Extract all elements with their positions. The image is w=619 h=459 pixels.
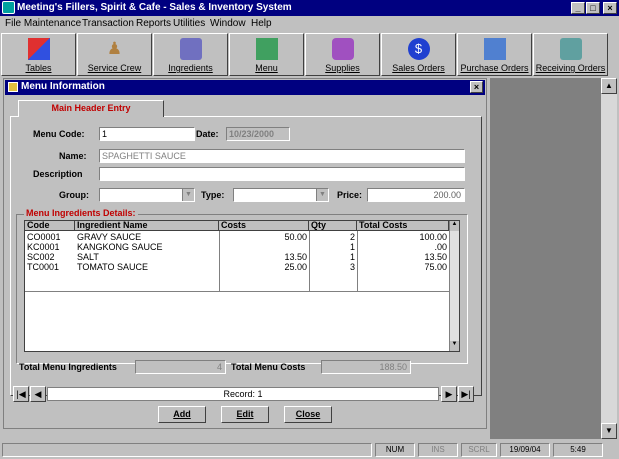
chevron-down-icon[interactable]: ▼ bbox=[182, 189, 194, 201]
total-ingredients-label: Total Menu Ingredients bbox=[19, 362, 117, 372]
child-title: Menu Information bbox=[21, 81, 105, 92]
status-time: 5:49 bbox=[553, 443, 603, 457]
status-ins: INS bbox=[418, 443, 458, 457]
minimize-button[interactable]: _ bbox=[571, 2, 585, 14]
receiving-orders-button[interactable]: Receiving Orders bbox=[533, 33, 608, 76]
menu-utilities[interactable]: Utilities bbox=[173, 18, 205, 29]
purchase-orders-button[interactable]: Purchase Orders bbox=[457, 33, 532, 76]
chevron-down-icon[interactable]: ▼ bbox=[316, 189, 328, 201]
status-scrl: SCRL bbox=[461, 443, 497, 457]
prev-record-icon[interactable]: ◀ bbox=[30, 386, 46, 402]
scroll-down-icon[interactable]: ▼ bbox=[601, 423, 617, 439]
window-icon bbox=[8, 82, 18, 92]
add-button[interactable]: Add bbox=[158, 406, 206, 423]
close-child-button[interactable]: × bbox=[470, 81, 483, 93]
app-title: Meeting's Fillers, Spirit & Cafe - Sales… bbox=[17, 2, 292, 13]
menu-transaction[interactable]: Transaction bbox=[82, 18, 134, 29]
child-title-bar: Menu Information × bbox=[5, 80, 485, 95]
close-app-button[interactable]: × bbox=[603, 2, 617, 14]
purchase-orders-icon bbox=[483, 38, 506, 60]
menu-file-maintenance[interactable]: File Maintenance bbox=[5, 18, 81, 29]
menu-information-window: Menu Information × Main Header Entry Men… bbox=[3, 78, 487, 429]
tables-button[interactable]: Tables bbox=[1, 33, 76, 76]
status-date: 19/09/04 bbox=[500, 443, 550, 457]
description-field[interactable] bbox=[99, 167, 465, 181]
name-field[interactable]: SPAGHETTI SAUCE bbox=[99, 149, 465, 163]
price-field[interactable]: 200.00 bbox=[367, 188, 465, 202]
service-crew-button[interactable]: ♟ Service Crew bbox=[77, 33, 152, 76]
total-costs-label: Total Menu Costs bbox=[231, 362, 306, 372]
ingredients-group-title: Menu Ingredients Details: bbox=[24, 208, 138, 218]
menu-button[interactable]: Menu bbox=[229, 33, 304, 76]
menu-bar: File Maintenance Transaction Reports Uti… bbox=[0, 16, 619, 31]
close-button[interactable]: Close bbox=[284, 406, 332, 423]
menu-code-label: Menu Code: bbox=[33, 129, 85, 139]
type-select[interactable]: ▼ bbox=[233, 188, 329, 202]
status-num: NUM bbox=[375, 443, 415, 457]
col-total-costs[interactable]: Total Costs bbox=[357, 221, 449, 231]
ingredients-grid[interactable]: Code Ingredient Name Costs Qty Total Cos… bbox=[24, 220, 460, 352]
scroll-up-icon[interactable]: ▲ bbox=[601, 78, 617, 94]
tab-main-header-entry[interactable]: Main Header Entry bbox=[18, 100, 164, 117]
name-label: Name: bbox=[59, 151, 87, 161]
group-select[interactable]: ▼ bbox=[99, 188, 195, 202]
workspace-scrollbar[interactable]: ▲ ▼ bbox=[601, 78, 617, 439]
record-indicator: Record: 1 bbox=[47, 387, 439, 401]
service-crew-icon: ♟ bbox=[106, 39, 123, 58]
col-costs[interactable]: Costs bbox=[219, 221, 309, 231]
group-label: Group: bbox=[59, 190, 89, 200]
description-label: Description bbox=[33, 169, 83, 179]
status-bar: NUM INS SCRL 19/09/04 5:49 bbox=[0, 441, 619, 459]
maximize-button[interactable]: □ bbox=[586, 2, 600, 14]
supplies-button[interactable]: Supplies bbox=[305, 33, 380, 76]
sales-orders-button[interactable]: $ Sales Orders bbox=[381, 33, 456, 76]
price-label: Price: bbox=[337, 190, 363, 200]
supplies-icon bbox=[331, 38, 354, 60]
total-ingredients-field[interactable]: 4 bbox=[135, 360, 226, 374]
edit-button[interactable]: Edit bbox=[221, 406, 269, 423]
status-message bbox=[2, 443, 372, 457]
menu-icon bbox=[255, 38, 278, 60]
col-code[interactable]: Code bbox=[25, 221, 75, 231]
total-costs-field[interactable]: 188.50 bbox=[321, 360, 411, 374]
scroll-down-icon[interactable]: ▼ bbox=[450, 341, 459, 351]
col-ingredient-name[interactable]: Ingredient Name bbox=[75, 221, 219, 231]
col-qty[interactable]: Qty bbox=[309, 221, 357, 231]
type-label: Type: bbox=[201, 190, 225, 200]
menu-reports[interactable]: Reports bbox=[136, 18, 171, 29]
date-field[interactable]: 10/23/2000 bbox=[226, 127, 290, 141]
toolbar: Tables ♟ Service Crew Ingredients Menu S… bbox=[0, 33, 619, 76]
scroll-up-icon[interactable]: ▲ bbox=[450, 221, 459, 231]
menu-window[interactable]: Window bbox=[210, 18, 246, 29]
next-record-icon[interactable]: ▶ bbox=[441, 386, 457, 402]
mdi-workspace bbox=[490, 78, 601, 439]
last-record-icon[interactable]: ▶| bbox=[458, 386, 474, 402]
record-navigator: |◀ ◀ Record: 1 ▶ ▶| bbox=[13, 386, 474, 402]
grid-scrollbar[interactable]: ▲ ▼ bbox=[449, 221, 459, 351]
date-label: Date: bbox=[196, 129, 219, 139]
first-record-icon[interactable]: |◀ bbox=[13, 386, 29, 402]
menu-code-field[interactable]: 1 bbox=[99, 127, 195, 141]
ingredients-icon bbox=[179, 38, 202, 60]
sales-orders-icon: $ bbox=[407, 38, 430, 60]
receiving-orders-icon bbox=[559, 38, 582, 60]
tables-icon bbox=[27, 38, 50, 60]
app-icon[interactable] bbox=[2, 1, 15, 14]
menu-help[interactable]: Help bbox=[251, 18, 272, 29]
app-title-bar: Meeting's Fillers, Spirit & Cafe - Sales… bbox=[0, 0, 619, 16]
ingredients-button[interactable]: Ingredients bbox=[153, 33, 228, 76]
